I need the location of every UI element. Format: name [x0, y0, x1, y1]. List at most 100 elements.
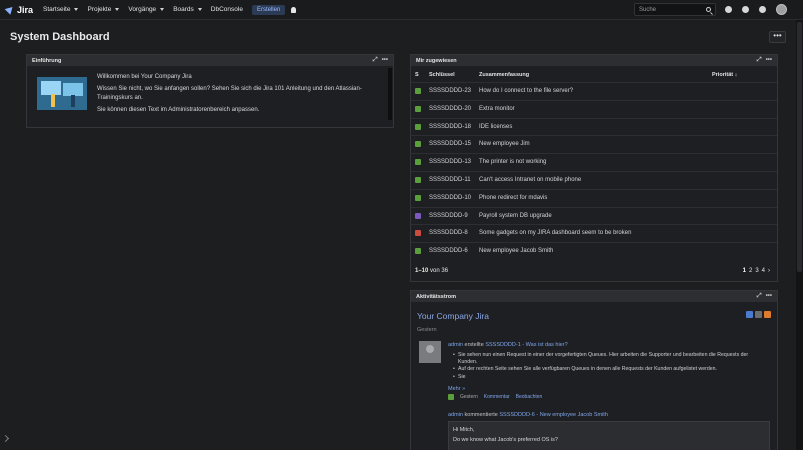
issue-type-icon [415, 88, 421, 94]
more-icon[interactable]: ••• [382, 57, 388, 64]
issues-table-header: S Schlüssel Zusammenfassung Priorität ↓ [415, 72, 738, 78]
watch-link[interactable]: Beobachten [516, 394, 543, 400]
issue-key[interactable]: SSSSDDDD-10 [429, 195, 471, 201]
issue-summary[interactable]: Extra monitor [479, 106, 515, 112]
issue-type-icon [415, 177, 421, 183]
issue-key[interactable]: SSSSDDDD-18 [429, 124, 471, 130]
activity-entry-1-bullets: Sie sehen nun einen Request in einer der… [453, 352, 768, 381]
chevron-down-icon [197, 8, 202, 11]
activity-toolbar [746, 311, 771, 318]
create-button[interactable]: Erstellen [251, 4, 286, 15]
issue-type-icon [415, 159, 421, 166]
rss-icon[interactable] [764, 311, 771, 318]
nav-dbconsole[interactable]: DbConsole [211, 6, 243, 13]
jira-logo-icon [4, 4, 16, 15]
search-icon [706, 7, 711, 12]
issue-type-icon [415, 194, 421, 201]
nav-vorgaenge[interactable]: Vorgänge [128, 6, 165, 13]
table-row[interactable]: SSSSDDDD-15 New employee Jim [411, 135, 777, 153]
activity-gadget: Aktivitätsstrom ⤢ ••• Your Company Jira G… [410, 290, 778, 450]
more-icon[interactable]: ••• [766, 293, 772, 300]
more-link[interactable]: Mehr » [448, 386, 465, 392]
activity-comment: Hi Mitch, Do we know what Jacob's prefer… [448, 421, 770, 450]
page-link-2[interactable]: 2 [749, 268, 752, 274]
page-link-4[interactable]: 4 [762, 268, 765, 274]
nav-projekte[interactable]: Projekte [87, 6, 120, 13]
issue-key[interactable]: SSSSDDDD-6 [429, 248, 468, 254]
activity-heading[interactable]: Your Company Jira [417, 311, 489, 321]
assigned-gadget: Mir zugewiesen ⤢ ••• S Schlüssel Zusammen… [410, 54, 778, 282]
intro-scrollbar[interactable] [388, 68, 392, 120]
jira-logo[interactable]: Jira [4, 4, 33, 15]
issue-summary[interactable]: IDE licenses [479, 124, 512, 130]
list-icon[interactable] [755, 311, 762, 318]
intro-gadget-header: Einführung ⤢ ••• [27, 55, 393, 66]
page-scrollbar[interactable] [796, 20, 803, 450]
issue-type-icon [448, 394, 454, 400]
table-row[interactable]: SSSSDDDD-9 Payroll system DB upgrade [411, 206, 777, 225]
table-row[interactable]: SSSSDDDD-23 How do I connect to the file … [411, 82, 777, 100]
activity-date: Gestern [417, 327, 437, 333]
issue-key[interactable]: SSSSDDDD-9 [429, 213, 468, 219]
intro-gadget: Einführung ⤢ ••• Willkommen bei Your Comp… [26, 54, 394, 128]
table-row[interactable]: SSSSDDDD-10 Phone redirect for mdavis [411, 188, 777, 207]
comment-link[interactable]: Kommentar [484, 394, 510, 400]
activity-user-avatar[interactable] [419, 341, 441, 363]
intro-text: Willkommen bei Your Company Jira Wissen … [97, 74, 362, 113]
chevron-down-icon [115, 8, 120, 11]
table-row[interactable]: SSSSDDDD-13 The printer is not working [411, 153, 777, 171]
help-icon[interactable] [742, 6, 749, 13]
table-row[interactable]: SSSSDDDD-11 Can't access Intranet on mobi… [411, 171, 777, 189]
issue-summary[interactable]: Phone redirect for mdavis [479, 195, 547, 201]
issue-type-icon [415, 212, 421, 219]
chevron-down-icon [160, 8, 165, 11]
issue-summary[interactable]: The printer is not working [479, 159, 546, 165]
intro-illustration [37, 77, 87, 110]
issue-type-icon [415, 123, 421, 130]
table-row[interactable]: SSSSDDDD-18 IDE licenses [411, 117, 777, 136]
issue-summary[interactable]: How do I connect to the file server? [479, 88, 573, 94]
activity-entry-1-footer: Gestern Kommentar Beobachten [448, 394, 542, 400]
dashboard-more-button[interactable]: ••• [769, 31, 786, 43]
issue-type-icon [415, 141, 421, 148]
issue-key[interactable]: SSSSDDDD-20 [429, 106, 471, 112]
issue-key[interactable]: SSSSDDDD-23 [429, 88, 471, 94]
table-row[interactable]: SSSSDDDD-6 New employee Jacob Smith [411, 242, 777, 260]
issues-pager: 1–10 von 36 1 2 3 4 › [415, 268, 770, 274]
next-page-icon[interactable]: › [768, 268, 770, 274]
issue-summary[interactable]: Can't access Intranet on mobile phone [479, 177, 581, 183]
nav-startseite[interactable]: Startseite [43, 6, 79, 13]
expand-icon[interactable]: ⤢ [757, 293, 762, 300]
issue-key[interactable]: SSSSDDDD-15 [429, 141, 471, 147]
issue-summary[interactable]: Some gadgets on my JIRA dashboard seem t… [479, 230, 631, 236]
table-row[interactable]: SSSSDDDD-8 Some gadgets on my JIRA dashbo… [411, 224, 777, 242]
issue-key[interactable]: SSSSDDDD-8 [429, 230, 468, 236]
more-icon[interactable]: ••• [766, 57, 772, 64]
user-avatar[interactable] [776, 4, 787, 15]
assigned-gadget-header: Mir zugewiesen ⤢ ••• [411, 55, 777, 66]
activity-gadget-header: Aktivitätsstrom ⤢ ••• [411, 291, 777, 302]
issue-type-icon [415, 105, 421, 112]
gear-icon[interactable] [759, 6, 766, 13]
issue-key[interactable]: SSSSDDDD-13 [429, 159, 471, 165]
issue-summary[interactable]: New employee Jim [479, 141, 530, 147]
sidebar-expand-icon[interactable] [1, 434, 10, 443]
page-link-3[interactable]: 3 [755, 268, 758, 274]
notifications-icon[interactable] [725, 6, 732, 13]
expand-icon[interactable]: ⤢ [373, 57, 378, 64]
filter-icon[interactable] [746, 311, 753, 318]
chevron-down-icon [74, 8, 79, 11]
issue-summary[interactable]: Payroll system DB upgrade [479, 213, 552, 219]
table-row[interactable]: SSSSDDDD-20 Extra monitor [411, 99, 777, 118]
expand-icon[interactable]: ⤢ [757, 57, 762, 64]
nav-boards[interactable]: Boards [173, 6, 202, 13]
page-link-1[interactable]: 1 [743, 268, 746, 274]
search-input[interactable]: Suche [634, 3, 716, 16]
issue-type-icon [415, 248, 421, 255]
issue-key[interactable]: SSSSDDDD-11 [429, 177, 471, 183]
lightbulb-icon[interactable] [291, 6, 297, 13]
activity-entry-2-title: admin kommentierte SSSSDDDD-6 - New empl… [448, 412, 608, 418]
issue-summary[interactable]: New employee Jacob Smith [479, 248, 553, 254]
issue-type-icon [415, 230, 421, 237]
activity-entry-1-title: admin erstellte SSSSDDDD-1 - Was ist das… [448, 342, 568, 348]
